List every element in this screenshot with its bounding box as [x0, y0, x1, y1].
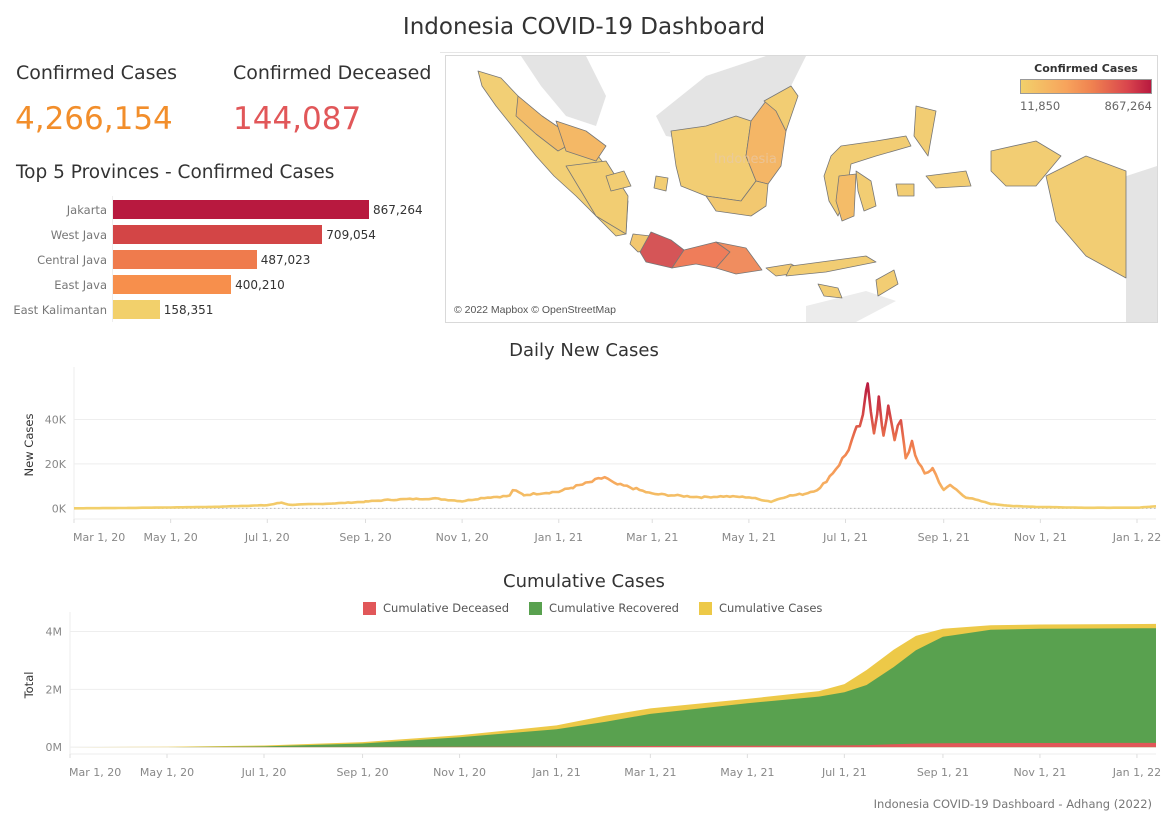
province-north-maluku[interactable]	[913, 105, 937, 157]
province-sumba[interactable]	[817, 283, 843, 299]
y-tick-label: 4M	[46, 626, 63, 639]
bar[interactable]	[113, 275, 232, 294]
bar-value-label: 400,210	[235, 278, 285, 292]
y-tick-label: 0K	[52, 502, 67, 515]
province-maluku-seram[interactable]	[925, 170, 972, 189]
x-tick-label: Nov 1, 20	[433, 766, 486, 779]
map-legend-max: 867,264	[1104, 99, 1152, 113]
title-divider	[440, 52, 670, 53]
daily-chart-title: Daily New Cases	[509, 340, 659, 361]
y-tick-label: 2M	[46, 683, 63, 696]
bar-value-label: 487,023	[260, 253, 311, 267]
series-line-new-cases[interactable]	[74, 382, 1157, 510]
map-neighbor-australia	[806, 291, 896, 322]
kpi-confirmed-label: Confirmed Cases	[16, 62, 178, 84]
x-tick-label: Jul 1, 20	[244, 531, 290, 544]
kpi-deceased-label: Confirmed Deceased	[233, 62, 432, 84]
top5-chart-title: Top 5 Provinces - Confirmed Cases	[16, 162, 335, 183]
bar-value-label: 867,264	[373, 203, 423, 217]
bar-value-label: 158,351	[163, 303, 214, 317]
x-tick-label: Mar 1, 20	[69, 766, 121, 779]
x-tick-label: Nov 1, 21	[1013, 766, 1066, 779]
bar-label: East Java	[54, 278, 107, 292]
footer-credit: Indonesia COVID-19 Dashboard - Adhang (2…	[873, 797, 1152, 811]
province-map[interactable]: Indonesia	[445, 55, 1158, 323]
x-tick-label: Sep 1, 20	[336, 766, 388, 779]
dashboard-title: Indonesia COVID-19 Dashboard	[402, 14, 766, 40]
province-papua[interactable]	[1045, 155, 1127, 279]
x-tick-label: Nov 1, 21	[1014, 531, 1067, 544]
x-tick-label: Jan 1, 22	[1112, 531, 1161, 544]
province-south-sumatra[interactable]	[565, 160, 629, 235]
bar-value-label: 709,054	[326, 228, 376, 242]
bar[interactable]	[113, 225, 323, 244]
map-legend-title: Confirmed Cases	[1034, 62, 1138, 75]
x-tick-label: May 1, 21	[720, 766, 774, 779]
x-tick-label: Jul 1, 21	[821, 766, 867, 779]
province-ntt[interactable]	[785, 255, 877, 277]
cumulative-area-chart[interactable]: 0M 2M 4M Mar 1, 20 May 1, 20 Jul 1, 20 Sep 1, …	[0, 610, 1168, 785]
bar[interactable]	[113, 250, 257, 269]
bar[interactable]	[113, 200, 369, 219]
bar-label: Central Java	[37, 253, 107, 267]
y-tick-label: 40K	[45, 413, 67, 426]
map-country-label: Indonesia	[714, 152, 777, 167]
kpi-deceased-value: 144,087	[233, 101, 362, 137]
x-tick-label: May 1, 20	[144, 531, 198, 544]
y-tick-label: 20K	[45, 458, 67, 471]
x-tick-label: Jan 1, 21	[531, 766, 580, 779]
x-tick-label: Mar 1, 21	[626, 531, 678, 544]
x-tick-label: Sep 1, 21	[917, 766, 969, 779]
map-svg: Indonesia	[477, 56, 1157, 322]
map-legend-min: 11,850	[1020, 99, 1061, 113]
province-southeast-sulawesi[interactable]	[855, 170, 877, 212]
x-tick-label: Nov 1, 20	[436, 531, 489, 544]
top5-bar-chart: Jakarta 867,264 West Java 709,054 Central Ja…	[0, 196, 440, 322]
area-cumulative-recovered[interactable]	[70, 628, 1156, 748]
bar-axis-line	[112, 196, 113, 322]
x-tick-label: Jan 1, 21	[534, 531, 583, 544]
x-tick-label: Jul 1, 20	[241, 766, 287, 779]
daily-line-chart[interactable]: 0K 20K 40K Mar 1, 20 May 1, 20 Jul 1, 20 Sep 1…	[0, 365, 1168, 555]
map-legend-gradient	[1020, 79, 1152, 94]
x-tick-label: Sep 1, 20	[339, 531, 391, 544]
x-tick-label: May 1, 21	[722, 531, 776, 544]
kpi-confirmed-value: 4,266,154	[15, 101, 173, 137]
x-tick-label: May 1, 20	[140, 766, 194, 779]
province-belitung[interactable]	[653, 175, 669, 192]
x-tick-label: Jul 1, 21	[822, 531, 868, 544]
x-tick-label: Sep 1, 21	[918, 531, 970, 544]
y-axis-title: Total	[22, 672, 36, 700]
province-buru[interactable]	[895, 183, 915, 197]
bar-label: Jakarta	[66, 203, 107, 217]
y-axis-title: New Cases	[22, 414, 36, 477]
x-tick-label: Mar 1, 20	[73, 531, 125, 544]
y-tick-label: 0M	[46, 741, 63, 754]
bar-label: West Java	[50, 228, 107, 242]
x-tick-label: Jan 1, 22	[1112, 766, 1161, 779]
province-timor[interactable]	[875, 269, 899, 297]
bar[interactable]	[113, 300, 160, 319]
map-attribution[interactable]: © 2022 Mapbox © OpenStreetMap	[452, 304, 618, 316]
bar-label: East Kalimantan	[13, 303, 107, 317]
x-tick-label: Mar 1, 21	[624, 766, 676, 779]
cumulative-chart-title: Cumulative Cases	[503, 571, 665, 592]
